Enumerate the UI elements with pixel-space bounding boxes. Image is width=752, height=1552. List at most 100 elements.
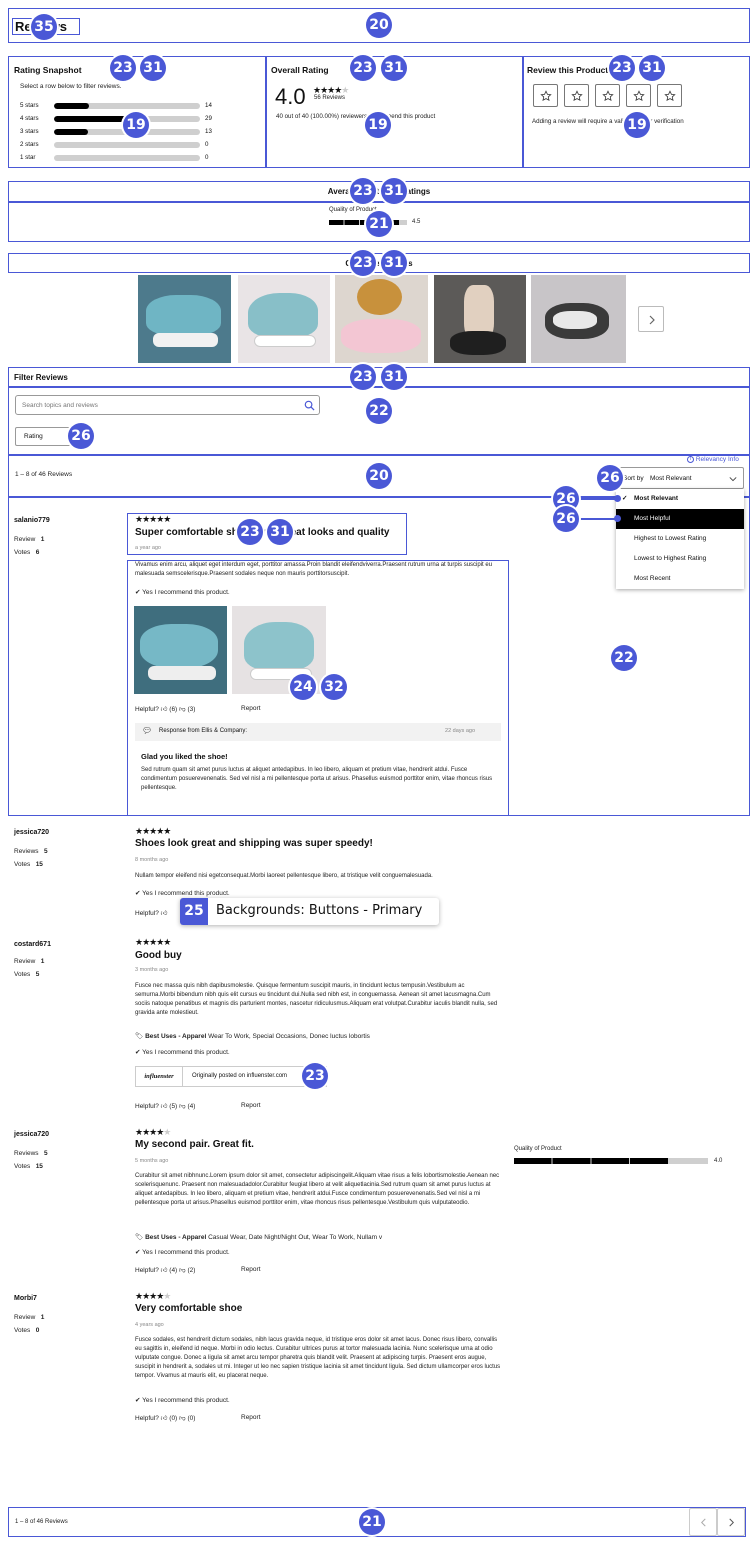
images-next-button[interactable]	[638, 306, 664, 332]
recommend-text: Yes I recommend this product.	[142, 1397, 230, 1404]
check-icon: ✔	[135, 890, 141, 897]
customer-images-title: Customer Images	[345, 259, 413, 268]
thumbs-up-icon[interactable]: 👍︎	[161, 706, 168, 713]
review-2-date: 8 months ago	[135, 857, 169, 863]
next-page-button[interactable]	[717, 1508, 745, 1536]
prev-page-button[interactable]	[689, 1508, 717, 1536]
review-3-user: costard671	[14, 941, 51, 948]
review-1-report-link[interactable]: Report	[241, 705, 261, 712]
review-3-helpful: Helpful? 👍︎ (5) 👎︎ (4)	[135, 1102, 195, 1110]
customer-image-3[interactable]	[335, 275, 428, 363]
thumbs-down-icon[interactable]: 👎︎	[179, 1103, 186, 1110]
overall-stars-filled: ★★★★	[313, 85, 342, 95]
rating-row[interactable]: 3 stars 13	[20, 128, 220, 138]
votes-label: Votes	[14, 549, 31, 556]
info-icon: i	[687, 456, 694, 463]
customer-image-1[interactable]	[138, 275, 231, 363]
helpful-up-count: (6)	[169, 706, 178, 713]
rating-row[interactable]: 4 stars 29	[20, 115, 220, 125]
review-1-body: Vivamus enim arcu, aliquet eget interdum…	[135, 562, 493, 577]
option-label: Most Recent	[634, 575, 671, 582]
review-4-stars: ★★★★★	[135, 1127, 171, 1138]
response-box: 💬︎ Response from Ellis & Company: 22 day…	[135, 723, 501, 741]
reviews-label: Review	[14, 1314, 36, 1321]
review-3-report-link[interactable]: Report	[241, 1102, 261, 1109]
callout-dot-2	[614, 515, 621, 522]
review-1-image-1[interactable]	[134, 606, 227, 694]
customer-image-5[interactable]	[531, 275, 626, 363]
thumbs-up-icon[interactable]: 👍︎	[161, 1415, 168, 1422]
star-button-4[interactable]	[626, 84, 651, 107]
rating-filter-label: Rating	[24, 433, 43, 440]
review-4-report-link[interactable]: Report	[241, 1266, 261, 1273]
sort-option-most-relevant[interactable]: ✓ Most Relevant	[616, 489, 744, 509]
overall-rating-title: Overall Rating	[271, 65, 329, 75]
annotation-badge: 31	[381, 364, 407, 390]
sort-option-most-recent[interactable]: Most Recent	[616, 569, 744, 589]
overall-review-count: 56 Reviews	[314, 95, 346, 101]
annotation-badge: 31	[381, 55, 407, 81]
rating-row[interactable]: 5 stars 14	[20, 102, 220, 112]
annotation-badge: 23	[110, 55, 136, 81]
star-button-1[interactable]	[533, 84, 558, 107]
customer-image-2[interactable]	[238, 275, 330, 363]
thumbs-down-icon[interactable]: 👎︎	[179, 706, 186, 713]
sort-option-high-to-low[interactable]: Highest to Lowest Rating	[616, 529, 744, 549]
review-4-title: My second pair. Great fit.	[135, 1139, 254, 1150]
review-5-report-link[interactable]: Report	[241, 1414, 261, 1421]
review-4-quality-value: 4.0	[714, 1158, 723, 1164]
thumbs-up-icon[interactable]: 👍︎	[161, 1103, 168, 1110]
search-icon[interactable]	[304, 400, 315, 411]
source-badge[interactable]: influenster Originally posted on influen…	[135, 1066, 327, 1087]
rating-row[interactable]: 1 star 0	[20, 154, 220, 164]
review-1-helpful: Helpful? 👍︎ (6) 👎︎ (3)	[135, 705, 195, 713]
stars-empty: ★	[163, 1291, 171, 1301]
check-icon: ✔	[135, 589, 141, 596]
chevron-right-icon	[729, 1518, 735, 1527]
star-button-3[interactable]	[595, 84, 620, 107]
votes-value: 5	[35, 971, 40, 978]
review-4-reviews: Reviews 5	[14, 1150, 48, 1157]
review-4-quality-bar	[514, 1158, 708, 1164]
tag-icon: 🏷︎	[135, 1234, 144, 1241]
annotation-badge: 23	[350, 250, 376, 276]
customer-image-4[interactable]	[434, 275, 526, 363]
quality-label: Quality of Product	[329, 207, 377, 213]
footer-count: 1 – 8 of 46 Reviews	[15, 1519, 68, 1525]
helpful-down-count: (4)	[187, 1103, 196, 1110]
sort-option-low-to-high[interactable]: Lowest to Highest Rating	[616, 549, 744, 569]
votes-value: 15	[35, 1163, 43, 1170]
sort-dropdown[interactable]: Sort by Most Relevant	[616, 467, 744, 489]
annotation-badge: 19	[365, 112, 391, 138]
relevancy-info-link[interactable]: i Relevancy Info	[687, 456, 739, 463]
thumbs-down-icon[interactable]: 👎︎	[179, 1415, 186, 1422]
thumbs-down-icon[interactable]: 👎︎	[179, 1267, 186, 1274]
tag-icon: 🏷︎	[135, 1033, 144, 1040]
style-tooltip: 25 Backgrounds: Buttons - Primary	[180, 898, 439, 925]
star-button-5[interactable]	[657, 84, 682, 107]
reviews-value: 1	[40, 958, 45, 965]
review-product-title: Review this Product	[527, 65, 609, 75]
influenster-logo: influenster	[136, 1067, 183, 1086]
recommend-summary: 40 out of 40 (100.00%) reviewers recomme…	[276, 113, 436, 120]
sort-option-most-helpful[interactable]: Most Helpful	[616, 509, 744, 529]
search-input[interactable]	[22, 397, 302, 413]
star-outline-icon	[663, 89, 676, 101]
chevron-left-icon	[700, 1518, 706, 1527]
check-icon: ✔	[135, 1049, 141, 1056]
thumbs-up-icon[interactable]: 👍︎	[161, 1267, 168, 1274]
reviews-value: 1	[40, 1314, 45, 1321]
annotation-badge: 23	[609, 55, 635, 81]
star-button-2[interactable]	[564, 84, 589, 107]
snapshot-hint: Select a row below to filter reviews.	[20, 83, 122, 90]
option-label: Highest to Lowest Rating	[634, 535, 707, 542]
annotation-badge: 23	[350, 55, 376, 81]
checkmark-icon: ✓	[622, 495, 628, 502]
thumbs-up-icon[interactable]: 👍︎	[161, 910, 168, 917]
review-5-stars: ★★★★★	[135, 1291, 171, 1302]
rating-row[interactable]: 2 stars 0	[20, 141, 220, 151]
rating-row-count: 0	[205, 154, 209, 161]
star-outline-icon	[601, 89, 614, 101]
annotation-badge: 31	[140, 55, 166, 81]
annotation-badge: 35	[31, 14, 57, 40]
